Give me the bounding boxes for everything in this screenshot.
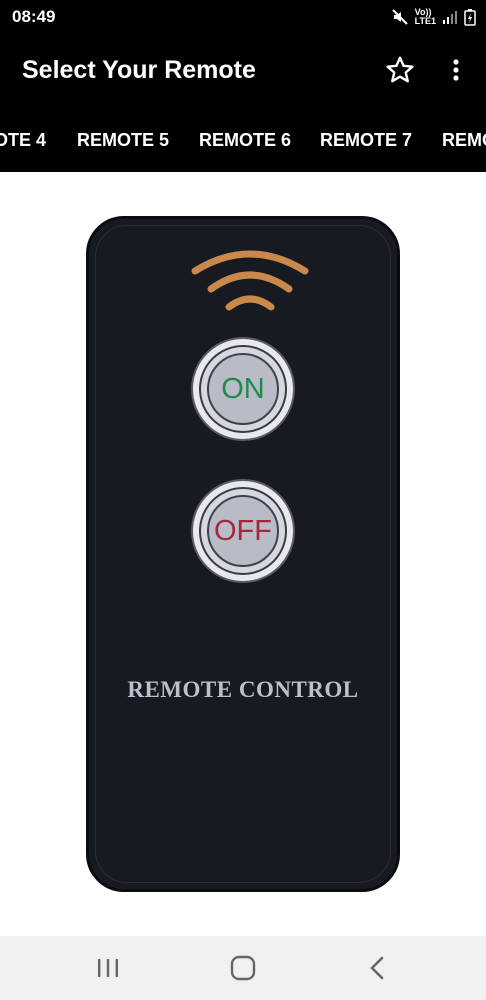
volte-indicator: Vo)) LTE1	[415, 8, 436, 26]
status-icons: Vo)) LTE1	[391, 6, 476, 28]
status-time: 08:49	[12, 7, 56, 26]
mute-icon	[391, 9, 408, 25]
back-icon	[370, 956, 384, 980]
on-button-face: ON	[207, 353, 279, 425]
tab-remote-6[interactable]: REMOTE 6	[199, 130, 291, 151]
page-title: Select Your Remote	[22, 56, 256, 84]
overflow-menu-button[interactable]	[444, 54, 468, 86]
tab-remote-5[interactable]: REMOTE 5	[77, 130, 169, 151]
off-label: OFF	[214, 514, 272, 547]
remote-control-body: ON OFF REMOTE CONTROL	[86, 216, 400, 892]
back-button[interactable]	[358, 952, 398, 984]
remote-tab-strip: OTE 4 REMOTE 5 REMOTE 6 REMOTE 7 REMO	[0, 110, 486, 172]
off-button-face: OFF	[207, 495, 279, 567]
remote-caption: REMOTE CONTROL	[127, 677, 359, 702]
off-button[interactable]: OFF	[191, 479, 295, 583]
more-vert-icon	[453, 59, 459, 81]
tab-remote-7[interactable]: REMOTE 7	[320, 130, 412, 151]
tab-label: OTE 4	[0, 130, 46, 150]
star-icon	[386, 56, 414, 83]
on-label: ON	[221, 372, 265, 405]
battery-charging-icon	[464, 9, 476, 26]
signal-strength-icon	[443, 11, 457, 24]
home-icon	[230, 955, 256, 981]
lte-label: LTE1	[414, 16, 436, 26]
recent-apps-button[interactable]	[88, 952, 128, 984]
favorite-button[interactable]	[384, 54, 416, 86]
status-bar: 08:49 Vo)) LTE1	[0, 0, 486, 34]
system-nav-bar	[0, 936, 486, 1000]
main-content: ON OFF REMOTE CONTROL	[0, 172, 486, 936]
home-button[interactable]	[223, 952, 263, 984]
wireless-signal-icon	[191, 250, 309, 311]
recent-apps-icon	[98, 959, 118, 977]
app-bar: Select Your Remote	[0, 34, 486, 110]
on-button[interactable]: ON	[191, 337, 295, 441]
tab-remote-8[interactable]: REMO	[442, 130, 486, 151]
tab-remote-4[interactable]: OTE 4	[0, 130, 46, 154]
